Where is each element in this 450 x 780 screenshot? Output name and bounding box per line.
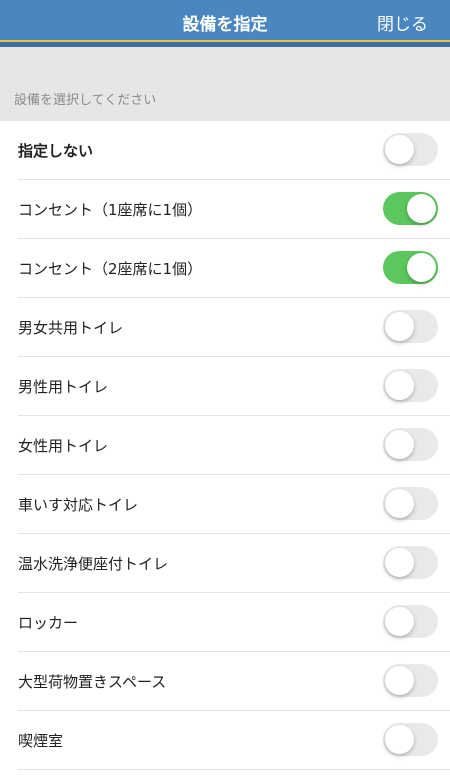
equipment-label: 指定しない	[18, 142, 94, 160]
equipment-label: 女性用トイレ	[18, 437, 109, 455]
equipment-label: コンセント（1座席に1個）	[18, 201, 203, 219]
toggle-knob	[385, 135, 414, 164]
close-button[interactable]: 閉じる	[377, 0, 428, 44]
toggle-knob	[385, 725, 414, 754]
equipment-row-unisex-toilet[interactable]: 男女共用トイレ	[0, 298, 450, 357]
toggle-switch[interactable]	[383, 546, 438, 579]
equipment-row-wheelchair-toilet[interactable]: 車いす対応トイレ	[0, 475, 450, 534]
equipment-row-outlet-2-per-seat[interactable]: コンセント（2座席に1個）	[0, 239, 450, 298]
equipment-row-mens-toilet[interactable]: 男性用トイレ	[0, 357, 450, 416]
equipment-row-none[interactable]: 指定しない	[0, 121, 450, 180]
toggle-knob	[385, 489, 414, 518]
equipment-label: ロッカー	[18, 614, 79, 632]
toggle-switch[interactable]	[383, 369, 438, 402]
toggle-switch[interactable]	[383, 310, 438, 343]
toggle-switch[interactable]	[383, 192, 438, 225]
section-header: 設備を選択してください	[0, 47, 450, 121]
toggle-switch[interactable]	[383, 251, 438, 284]
toggle-knob	[385, 430, 414, 459]
equipment-list: 指定しない コンセント（1座席に1個） コンセント（2座席に1個） 男女共用トイ…	[0, 121, 450, 770]
toggle-knob	[407, 253, 436, 282]
equipment-label: 車いす対応トイレ	[18, 496, 139, 514]
toggle-switch[interactable]	[383, 133, 438, 166]
equipment-label: 大型荷物置きスペース	[18, 673, 167, 691]
equipment-row-outlet-1-per-seat[interactable]: コンセント（1座席に1個）	[0, 180, 450, 239]
equipment-row-smoking-room[interactable]: 喫煙室	[0, 711, 450, 770]
toggle-knob	[385, 607, 414, 636]
toggle-knob	[407, 194, 436, 223]
equipment-label: 喫煙室	[18, 732, 64, 750]
equipment-label: コンセント（2座席に1個）	[18, 260, 203, 278]
toggle-switch[interactable]	[383, 664, 438, 697]
equipment-label: 男女共用トイレ	[18, 319, 124, 337]
equipment-row-bidet-toilet[interactable]: 温水洗浄便座付トイレ	[0, 534, 450, 593]
toggle-switch[interactable]	[383, 605, 438, 638]
equipment-row-large-luggage[interactable]: 大型荷物置きスペース	[0, 652, 450, 711]
equipment-label: 男性用トイレ	[18, 378, 109, 396]
equipment-label: 温水洗浄便座付トイレ	[18, 555, 169, 573]
section-label: 設備を選択してください	[14, 93, 157, 108]
equipment-row-locker[interactable]: ロッカー	[0, 593, 450, 652]
toggle-knob	[385, 312, 414, 341]
equipment-row-womens-toilet[interactable]: 女性用トイレ	[0, 416, 450, 475]
toggle-switch[interactable]	[383, 428, 438, 461]
toggle-knob	[385, 371, 414, 400]
toggle-knob	[385, 548, 414, 577]
toggle-knob	[385, 666, 414, 695]
toggle-switch[interactable]	[383, 723, 438, 756]
toggle-switch[interactable]	[383, 487, 438, 520]
nav-header: 設備を指定 閉じる	[0, 0, 450, 44]
